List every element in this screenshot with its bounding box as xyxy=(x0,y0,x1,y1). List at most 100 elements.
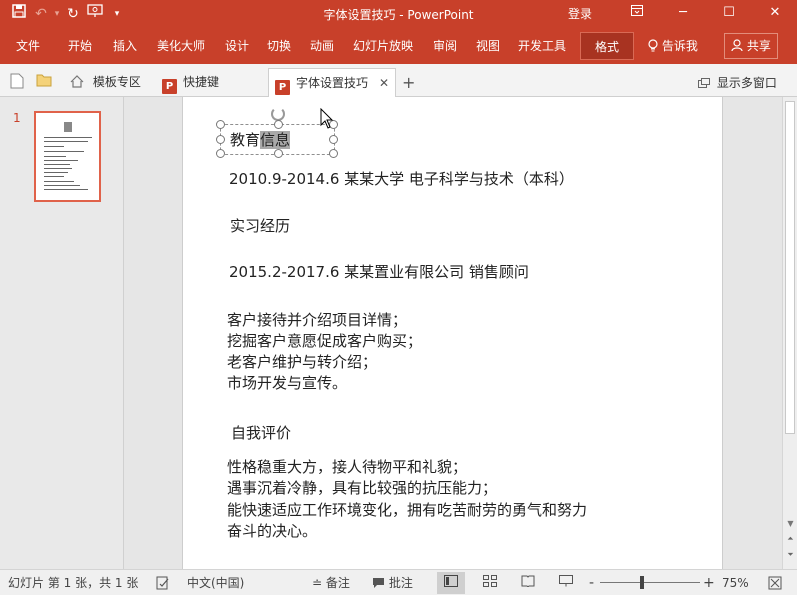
save-icon[interactable] xyxy=(8,4,30,24)
status-bar: 幻灯片 第 1 张，共 1 张 中文(中国) ≐ 备注 批注 - + 75% xyxy=(0,569,797,595)
thumbnail-line xyxy=(44,164,70,165)
self-evaluation-line[interactable]: 奋斗的决心。 xyxy=(227,521,317,542)
resize-handle[interactable] xyxy=(216,149,225,158)
doc-tab-label: 快捷键 xyxy=(183,75,220,89)
duty-line[interactable]: 市场开发与宣传。 xyxy=(227,373,347,394)
show-multi-window-button[interactable]: 显示多窗口 xyxy=(698,74,777,91)
tab-review[interactable]: 审阅 xyxy=(433,28,457,64)
maximize-icon[interactable]: ☐ xyxy=(714,2,744,24)
thumbnail-line xyxy=(44,168,72,169)
window-title: 字体设置技巧 - PowerPoint xyxy=(323,8,474,22)
scroll-down-icon[interactable]: ▼ xyxy=(783,517,797,531)
resize-handle[interactable] xyxy=(216,135,225,144)
resize-handle[interactable] xyxy=(329,135,338,144)
slide-number: 1 xyxy=(13,111,21,125)
tab-transitions[interactable]: 切换 xyxy=(267,28,291,64)
duty-line[interactable]: 挖掘客户意愿促成客户购买； xyxy=(227,331,422,352)
comments-label: 批注 xyxy=(388,576,413,590)
normal-view-icon[interactable] xyxy=(437,572,465,594)
slideshow-start-icon[interactable] xyxy=(84,4,106,24)
thumbnail-line xyxy=(44,146,64,147)
tab-animations[interactable]: 动画 xyxy=(310,28,334,64)
thumbnail-line xyxy=(44,160,78,161)
resize-handle[interactable] xyxy=(274,120,283,129)
slide-sorter-icon[interactable] xyxy=(476,572,504,594)
tab-developer[interactable]: 开发工具 xyxy=(518,28,566,64)
edu-heading[interactable]: 教育信息 xyxy=(230,130,291,151)
slideshow-view-icon[interactable] xyxy=(552,572,580,594)
zoom-slider-track[interactable] xyxy=(600,582,700,583)
tab-file[interactable]: 文件 xyxy=(16,28,40,64)
lightbulb-icon xyxy=(648,39,662,53)
title-bar: ↶ ▾ ↻ ▾ 字体设置技巧 - PowerPoint 登录 ─ ☐ ✕ xyxy=(0,0,797,28)
tab-insert[interactable]: 插入 xyxy=(113,28,137,64)
thumbnail-line xyxy=(44,137,92,138)
next-slide-icon[interactable]: ⏷ xyxy=(784,549,797,561)
tab-slideshow[interactable]: 幻灯片放映 xyxy=(353,28,413,64)
zoom-level[interactable]: 75% xyxy=(722,570,749,595)
doc-tab-shortcuts[interactable]: P 快捷键 xyxy=(156,68,219,97)
thumbnail-photo xyxy=(64,122,72,132)
tab-view[interactable]: 视图 xyxy=(476,28,500,64)
self-evaluation-line[interactable]: 能快速适应工作环境变化，拥有吃苦耐劳的勇气和努力 xyxy=(227,500,587,521)
notes-icon: ≐ xyxy=(312,576,323,590)
slide-thumbnail[interactable] xyxy=(34,111,101,202)
new-document-icon[interactable] xyxy=(10,73,26,89)
vertical-scrollbar[interactable]: ▲ ▼ ⏶ ⏷ xyxy=(782,97,797,569)
quick-access-toolbar: ↶ ▾ ↻ ▾ xyxy=(8,4,128,24)
open-folder-icon[interactable] xyxy=(36,73,52,87)
thumbnail-line xyxy=(44,156,66,157)
new-tab-plus-icon[interactable]: + xyxy=(402,68,415,97)
powerpoint-icon: P xyxy=(275,80,290,95)
undo-icon[interactable]: ↶ xyxy=(30,4,52,24)
close-tab-icon[interactable]: ✕ xyxy=(379,69,389,98)
notes-button[interactable]: ≐ 备注 xyxy=(312,570,350,595)
fit-to-window-icon[interactable] xyxy=(768,570,782,595)
internship-detail-text[interactable]: 2015.2-2017.6 某某置业有限公司 销售顾问 xyxy=(229,262,529,283)
duty-line[interactable]: 老客户维护与转介绍； xyxy=(227,352,377,373)
thumbnail-line xyxy=(44,141,88,142)
slide-thumbnail-panel: 1 xyxy=(0,97,124,569)
ribbon-tabs: 文件 开始 插入 美化大师 设计 切换 动画 幻灯片放映 审阅 视图 开发工具 … xyxy=(0,28,797,64)
tab-beautify-master[interactable]: 美化大师 xyxy=(157,28,205,64)
self-evaluation-line[interactable]: 性格稳重大方，接人待物平和礼貌； xyxy=(227,457,467,478)
reading-view-icon[interactable] xyxy=(514,572,542,594)
spell-check-icon[interactable] xyxy=(156,570,170,595)
customize-qat-icon[interactable]: ▾ xyxy=(106,4,128,24)
tab-format[interactable]: 格式 xyxy=(580,32,635,60)
language-status[interactable]: 中文(中国) xyxy=(187,570,244,595)
resize-handle[interactable] xyxy=(329,149,338,158)
dropdown-arrow-icon[interactable]: ▾ xyxy=(52,4,62,24)
doc-tab-font-tips[interactable]: P 字体设置技巧 ✕ xyxy=(268,68,396,97)
tell-me-search[interactable]: 告诉我 xyxy=(648,28,698,64)
tab-design[interactable]: 设计 xyxy=(225,28,249,64)
doc-tab-templates[interactable]: 模板专区 xyxy=(62,68,141,97)
thumbnail-line xyxy=(44,185,80,186)
comments-button[interactable]: 批注 xyxy=(372,570,413,595)
login-link[interactable]: 登录 xyxy=(568,5,592,22)
tell-me-label: 告诉我 xyxy=(661,39,698,53)
share-button[interactable]: 共享 xyxy=(724,33,778,59)
redo-icon[interactable]: ↻ xyxy=(62,4,84,24)
minimize-icon[interactable]: ─ xyxy=(668,2,698,24)
rotate-handle-icon[interactable] xyxy=(271,107,285,121)
internship-heading[interactable]: 实习经历 xyxy=(230,216,290,237)
zoom-out-icon[interactable]: - xyxy=(589,570,594,595)
tab-home[interactable]: 开始 xyxy=(68,28,92,64)
resize-handle[interactable] xyxy=(216,120,225,129)
duty-line[interactable]: 客户接待并介绍项目详情； xyxy=(227,310,407,331)
scrollbar-thumb[interactable] xyxy=(785,101,795,434)
self-evaluation-heading[interactable]: 自我评价 xyxy=(231,423,291,444)
zoom-slider-thumb[interactable] xyxy=(640,576,644,589)
edu-detail-text[interactable]: 2010.9-2014.6 某某大学 电子科学与技术（本科） xyxy=(229,169,574,190)
slide-canvas[interactable]: 教育信息 2010.9-2014.6 某某大学 电子科学与技术（本科） 实习经历… xyxy=(182,97,723,569)
zoom-in-icon[interactable]: + xyxy=(703,570,715,595)
ribbon-display-options-icon[interactable] xyxy=(622,2,652,24)
previous-slide-icon[interactable]: ⏶ xyxy=(784,533,797,545)
thumbnail-line xyxy=(44,181,74,182)
close-icon[interactable]: ✕ xyxy=(760,2,790,24)
self-evaluation-line[interactable]: 遇事沉着冷静，具有比较强的抗压能力； xyxy=(227,478,497,499)
mouse-pointer-icon xyxy=(320,108,334,129)
thumbnail-line xyxy=(44,151,84,152)
slide-count-status: 幻灯片 第 1 张，共 1 张 xyxy=(8,576,139,590)
